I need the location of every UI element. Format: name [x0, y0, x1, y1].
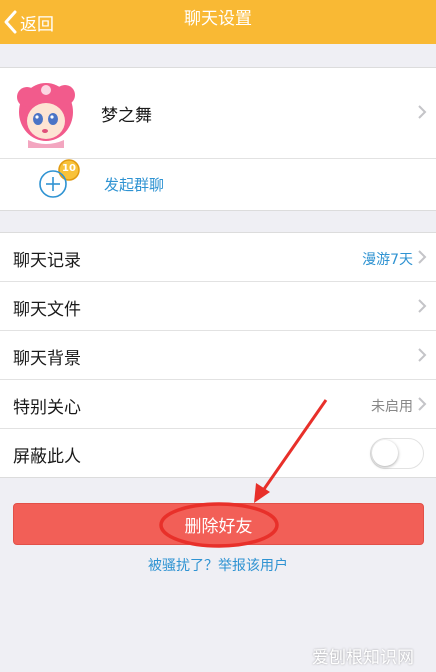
report-user-link[interactable]: 被骚扰了？举报该用户	[0, 555, 436, 575]
watermark: 爱刨根知识网	[312, 648, 414, 668]
